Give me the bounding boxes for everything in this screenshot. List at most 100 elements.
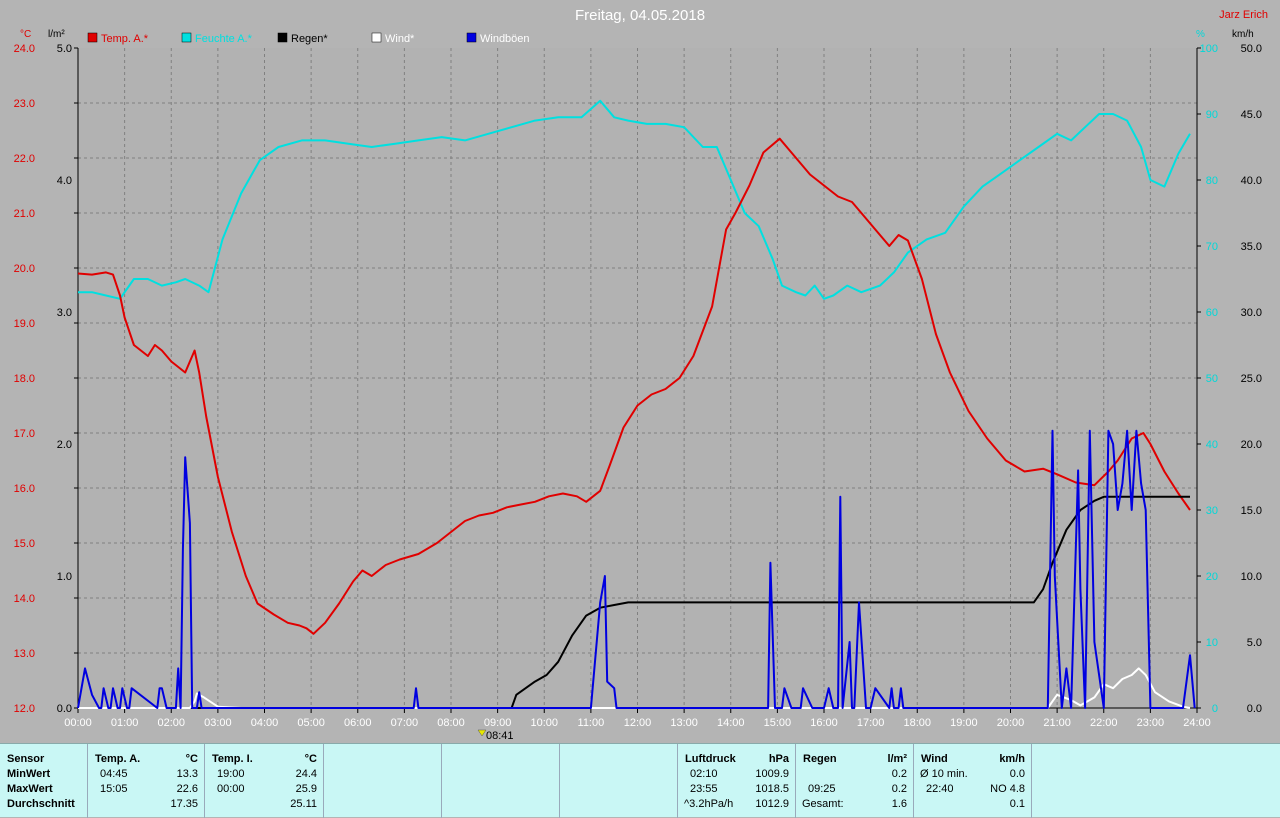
y-tick-label-rain: 2.0 bbox=[57, 439, 72, 451]
stats-pressure-avg-val: 1012.9 bbox=[755, 798, 789, 810]
x-tick-label: 07:00 bbox=[391, 717, 419, 729]
stats-temp-a-max-time: 15:05 bbox=[100, 783, 128, 795]
stats-rain-min-val: 0.2 bbox=[891, 768, 907, 780]
stats-pressure-min-val: 1009.9 bbox=[755, 768, 789, 780]
legend-swatch-gusts bbox=[466, 32, 477, 43]
y-tick-label-rain: 3.0 bbox=[57, 307, 72, 319]
legend-swatch-rain bbox=[277, 32, 288, 43]
stats-wind: Wind km/h Ø 10 min. 0.0 22:40 NO 4.8 0.1 bbox=[914, 744, 1032, 818]
y-tick-label-humidity: 90 bbox=[1206, 109, 1218, 121]
x-tick-label: 17:00 bbox=[857, 717, 885, 729]
y-tick-label-humidity: 30 bbox=[1206, 505, 1218, 517]
y-tick-label-wind: 40.0 bbox=[1241, 175, 1262, 187]
y-tick-label-temp: 13.0 bbox=[14, 648, 35, 660]
stats-sensor-header: Sensor bbox=[7, 753, 45, 765]
stats-panel: Sensor MinWert MaxWert Durchschnitt Temp… bbox=[0, 743, 1280, 818]
y-tick-label-humidity: 0 bbox=[1212, 703, 1218, 715]
y-tick-label-temp: 18.0 bbox=[14, 373, 35, 385]
x-tick-label: 14:00 bbox=[717, 717, 745, 729]
time-marker-label: 08:41 bbox=[486, 730, 514, 742]
stats-rain-max-time: 09:25 bbox=[808, 783, 836, 795]
stats-wind-avg-val: 0.1 bbox=[1009, 798, 1025, 810]
stats-wind-name: Wind bbox=[921, 753, 948, 765]
stats-temp-a-name: Temp. A. bbox=[95, 753, 141, 765]
stats-wind-unit: km/h bbox=[999, 753, 1025, 765]
legend-label-temp: Temp. A.* bbox=[101, 33, 149, 45]
y-tick-label-wind: 50.0 bbox=[1241, 43, 1262, 55]
y-tick-label-temp: 12.0 bbox=[14, 703, 35, 715]
legend-label-wind: Wind* bbox=[385, 33, 415, 45]
y-tick-label-humidity: 50 bbox=[1206, 373, 1218, 385]
y-tick-label-temp: 15.0 bbox=[14, 538, 35, 550]
x-tick-label: 15:00 bbox=[764, 717, 792, 729]
stats-pressure-unit: hPa bbox=[768, 753, 789, 765]
time-marker: 08:41 bbox=[477, 729, 514, 742]
x-tick-label: 06:00 bbox=[344, 717, 372, 729]
unit-humidity: % bbox=[1196, 29, 1205, 40]
legend-swatch-wind bbox=[371, 32, 382, 43]
x-tick-label: 19:00 bbox=[950, 717, 978, 729]
x-tick-label: 00:00 bbox=[64, 717, 92, 729]
stats-temp-i: Temp. I. °C 19:00 24.4 00:00 25.9 25.11 bbox=[205, 744, 324, 818]
stats-rain-total-val: 1.6 bbox=[891, 798, 907, 810]
y-tick-label-humidity: 40 bbox=[1206, 439, 1218, 451]
x-tick-label: 11:00 bbox=[578, 717, 605, 729]
legend-swatch-temp bbox=[87, 32, 98, 43]
y-tick-label-wind: 30.0 bbox=[1241, 307, 1262, 319]
y-tick-label-rain: 1.0 bbox=[57, 571, 72, 583]
stats-temp-a-min-val: 13.3 bbox=[176, 768, 198, 780]
stats-wind-max-time: 22:40 bbox=[926, 783, 954, 795]
x-tick-label: 05:00 bbox=[297, 717, 325, 729]
stats-temp-a-unit: °C bbox=[185, 753, 198, 765]
stats-rain-name: Regen bbox=[803, 753, 837, 765]
y-tick-label-wind: 5.0 bbox=[1247, 637, 1262, 649]
x-tick-label: 22:00 bbox=[1090, 717, 1118, 729]
x-tick-label: 02:00 bbox=[157, 717, 185, 729]
y-tick-label-humidity: 100 bbox=[1200, 43, 1218, 55]
stats-temp-a: Temp. A. °C 04:45 13.3 15:05 22.6 17.35 bbox=[88, 744, 205, 818]
unit-wind: km/h bbox=[1232, 29, 1254, 40]
stats-temp-i-unit: °C bbox=[304, 753, 317, 765]
y-tick-label-temp: 21.0 bbox=[14, 208, 35, 220]
stats-rain: Regen l/m² 09:25 0.2 0.2 Gesamt: 1.6 bbox=[796, 744, 914, 818]
legend-label-humidity: Feuchte A.* bbox=[195, 33, 253, 45]
x-tick-label: 13:00 bbox=[670, 717, 698, 729]
x-tick-label: 23:00 bbox=[1137, 717, 1165, 729]
y-tick-label-temp: 23.0 bbox=[14, 98, 35, 110]
stats-rain-total-label: Gesamt: bbox=[802, 798, 844, 810]
y-tick-label-temp: 22.0 bbox=[14, 153, 35, 165]
y-tick-label-humidity: 10 bbox=[1206, 637, 1218, 649]
stats-empty-3 bbox=[560, 744, 678, 818]
y-tick-label-temp: 24.0 bbox=[14, 43, 35, 55]
legend-label-gusts: Windböen bbox=[480, 33, 530, 45]
stats-pressure-max-val: 1018.5 bbox=[755, 783, 789, 795]
stats-avg-label: Durchschnitt bbox=[7, 798, 75, 810]
x-tick-label: 08:00 bbox=[437, 717, 465, 729]
y-tick-label-temp: 17.0 bbox=[14, 428, 35, 440]
stats-pressure-name: Luftdruck bbox=[685, 753, 736, 765]
y-tick-label-wind: 10.0 bbox=[1241, 571, 1262, 583]
stats-temp-i-max-val: 25.9 bbox=[295, 783, 317, 795]
x-tick-label: 18:00 bbox=[903, 717, 931, 729]
y-tick-label-wind: 25.0 bbox=[1241, 373, 1262, 385]
y-tick-label-wind: 35.0 bbox=[1241, 241, 1262, 253]
x-tick-label: 01:00 bbox=[111, 717, 139, 729]
y-tick-label-temp: 14.0 bbox=[14, 593, 35, 605]
legend: Temp. A.* Feuchte A.* Regen* Wind* Windb… bbox=[87, 32, 530, 45]
y-tick-label-humidity: 60 bbox=[1206, 307, 1218, 319]
unit-temp: °C bbox=[20, 29, 31, 40]
stats-rain-unit: l/m² bbox=[887, 753, 907, 765]
y-tick-label-rain: 0.0 bbox=[57, 703, 72, 715]
x-tick-label: 12:00 bbox=[624, 717, 652, 729]
stats-temp-a-max-val: 22.6 bbox=[176, 783, 198, 795]
y-tick-label-humidity: 20 bbox=[1206, 571, 1218, 583]
y-tick-label-wind: 20.0 bbox=[1241, 439, 1262, 451]
stats-pressure-trend: ^3.2hPa/h bbox=[684, 798, 734, 810]
stats-rain-max-val: 0.2 bbox=[891, 783, 907, 795]
stats-temp-a-min-time: 04:45 bbox=[100, 768, 128, 780]
y-tick-label-wind: 15.0 bbox=[1241, 505, 1262, 517]
y-tick-label-humidity: 80 bbox=[1206, 175, 1218, 187]
legend-swatch-humidity bbox=[181, 32, 192, 43]
y-tick-label-temp: 20.0 bbox=[14, 263, 35, 275]
x-tick-label: 20:00 bbox=[997, 717, 1025, 729]
